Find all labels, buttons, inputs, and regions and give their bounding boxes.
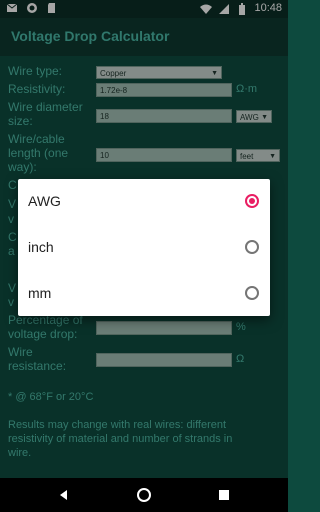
recents-icon[interactable] [216,487,232,503]
option-inch-label: inch [28,239,54,255]
home-icon[interactable] [136,487,152,503]
option-mm-label: mm [28,285,52,301]
option-awg[interactable]: AWG [18,179,270,224]
back-icon[interactable] [56,487,72,503]
navigation-bar [0,478,288,512]
option-inch[interactable]: inch [18,225,270,270]
option-mm[interactable]: mm [18,271,270,316]
option-awg-label: AWG [28,193,61,209]
radio-unselected-icon[interactable] [245,240,259,254]
radio-selected-icon[interactable] [245,194,259,208]
unit-choice-dialog: AWG inch mm [18,179,270,316]
radio-unselected-icon[interactable] [245,286,259,300]
